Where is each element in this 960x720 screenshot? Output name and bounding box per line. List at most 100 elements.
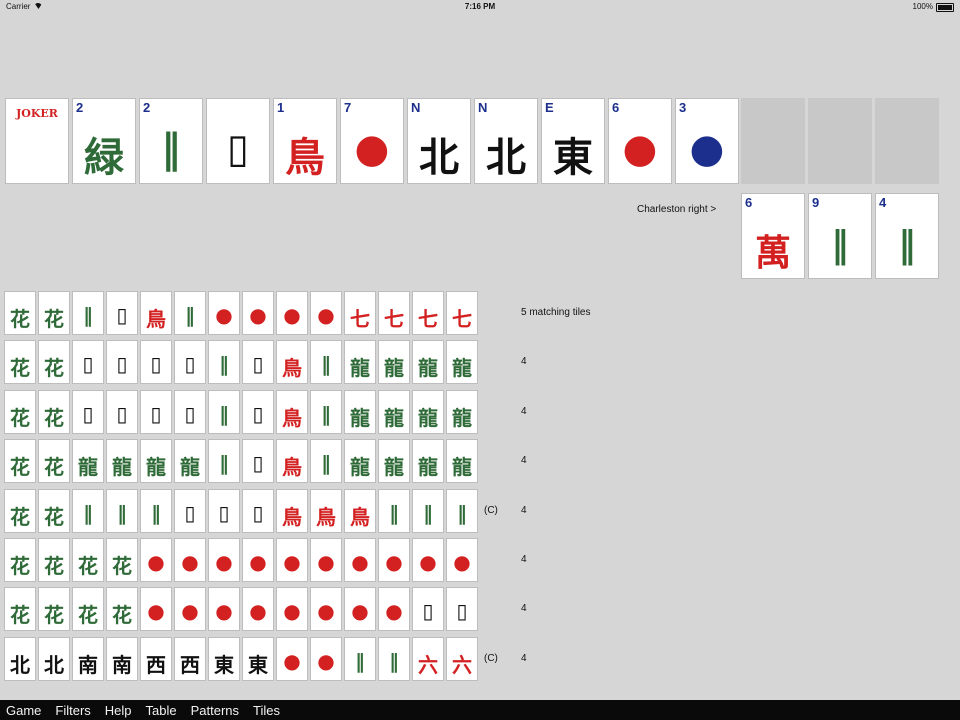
bam-9-tile[interactable]: 9 ‖ bbox=[808, 193, 872, 279]
pattern-tile[interactable]: 北 bbox=[4, 636, 36, 681]
pattern-tile[interactable]: ▯ bbox=[106, 291, 138, 335]
pattern-tile[interactable]: 花 bbox=[38, 389, 70, 434]
pattern-tile[interactable]: ‖ bbox=[344, 636, 376, 681]
bam-1-tile[interactable]: 1鳥 bbox=[273, 98, 337, 184]
pattern-tile[interactable]: 西 bbox=[140, 636, 172, 681]
pattern-tile[interactable]: ▯ bbox=[72, 340, 104, 385]
empty-hand-slot[interactable] bbox=[875, 98, 939, 184]
pattern-tile[interactable]: ▯ bbox=[446, 587, 478, 632]
pattern-tile[interactable]: ● bbox=[310, 587, 342, 632]
pattern-tile[interactable]: 龍 bbox=[140, 439, 172, 484]
pattern-tile[interactable]: 七 bbox=[412, 291, 444, 335]
pattern-tile[interactable]: ▯ bbox=[174, 389, 206, 434]
pattern-tile[interactable]: ● bbox=[378, 587, 410, 632]
pattern-tile[interactable]: 花 bbox=[4, 439, 36, 484]
pattern-tile[interactable]: ‖ bbox=[310, 439, 342, 484]
pattern-tile[interactable]: 六 bbox=[446, 636, 478, 681]
dot-3-tile[interactable]: 3 ● bbox=[675, 98, 739, 184]
pattern-tile[interactable]: 花 bbox=[38, 439, 70, 484]
pattern-tile[interactable]: ● bbox=[208, 538, 240, 582]
pattern-tile[interactable]: ▯ bbox=[174, 340, 206, 385]
pattern-tile[interactable]: ● bbox=[378, 538, 410, 582]
pattern-tile[interactable]: 南 bbox=[106, 636, 138, 681]
pattern-tile[interactable]: ▯ bbox=[106, 340, 138, 385]
pattern-tile[interactable]: ‖ bbox=[208, 340, 240, 385]
menu-filters[interactable]: Filters bbox=[55, 703, 90, 718]
pattern-tile[interactable]: ‖ bbox=[174, 291, 206, 335]
dot-6-tile[interactable]: 6 ● bbox=[608, 98, 672, 184]
pattern-tile[interactable]: 龍 bbox=[446, 439, 478, 484]
pattern-tile[interactable]: ‖ bbox=[378, 636, 410, 681]
pattern-tile[interactable]: ‖ bbox=[140, 488, 172, 533]
pattern-tile[interactable]: ‖ bbox=[72, 291, 104, 335]
pattern-tile[interactable]: 龍 bbox=[446, 340, 478, 385]
pattern-tile[interactable]: ● bbox=[412, 538, 444, 582]
pattern-tile[interactable]: ● bbox=[276, 636, 308, 681]
north-wind-tile[interactable]: N北 bbox=[474, 98, 538, 184]
pattern-tile[interactable]: ● bbox=[310, 538, 342, 582]
pattern-tile[interactable]: ‖ bbox=[412, 488, 444, 533]
pattern-tile[interactable]: 鳥 bbox=[140, 291, 172, 335]
bam-4-tile[interactable]: 4 ‖ bbox=[875, 193, 939, 279]
pattern-tile[interactable]: 花 bbox=[38, 488, 70, 533]
pattern-tile[interactable]: 鳥 bbox=[344, 488, 376, 533]
pattern-tile[interactable]: 龍 bbox=[412, 389, 444, 434]
pattern-tile[interactable]: 東 bbox=[208, 636, 240, 681]
pattern-tile[interactable]: ▯ bbox=[242, 488, 274, 533]
bam-2-tile[interactable]: 2 ‖ bbox=[139, 98, 203, 184]
pattern-tile[interactable]: ● bbox=[174, 587, 206, 632]
pattern-tile[interactable]: ▯ bbox=[140, 389, 172, 434]
flower-tile[interactable]: 2緑 bbox=[72, 98, 136, 184]
pattern-tile[interactable]: ● bbox=[208, 291, 240, 335]
pattern-tile[interactable]: 花 bbox=[4, 340, 36, 385]
pattern-tile[interactable]: 鳥 bbox=[276, 340, 308, 385]
pattern-tile[interactable]: 花 bbox=[72, 587, 104, 632]
pattern-tile[interactable]: ● bbox=[276, 538, 308, 582]
pattern-tile[interactable]: 鳥 bbox=[310, 488, 342, 533]
pattern-tile[interactable]: 花 bbox=[38, 340, 70, 385]
pattern-tile[interactable]: ‖ bbox=[72, 488, 104, 533]
pattern-tile[interactable]: 花 bbox=[38, 291, 70, 335]
pattern-tile[interactable]: 六 bbox=[412, 636, 444, 681]
pattern-tile[interactable]: ‖ bbox=[378, 488, 410, 533]
pattern-tile[interactable]: 龍 bbox=[446, 389, 478, 434]
pattern-tile[interactable]: ‖ bbox=[208, 439, 240, 484]
pattern-tile[interactable]: 龍 bbox=[378, 340, 410, 385]
pattern-tile[interactable]: 七 bbox=[378, 291, 410, 335]
pattern-tile[interactable]: ‖ bbox=[310, 389, 342, 434]
pattern-tile[interactable]: ● bbox=[242, 291, 274, 335]
pattern-tile[interactable]: 花 bbox=[106, 538, 138, 582]
menu-help[interactable]: Help bbox=[105, 703, 132, 718]
pattern-tile[interactable]: 北 bbox=[38, 636, 70, 681]
pattern-tile[interactable]: 龍 bbox=[344, 439, 376, 484]
pattern-tile[interactable]: ▯ bbox=[174, 488, 206, 533]
pattern-tile[interactable]: ‖ bbox=[106, 488, 138, 533]
pattern-tile[interactable]: ▯ bbox=[208, 488, 240, 533]
menu-patterns[interactable]: Patterns bbox=[191, 703, 239, 718]
pattern-tile[interactable]: ● bbox=[140, 538, 172, 582]
pattern-tile[interactable]: 西 bbox=[174, 636, 206, 681]
pattern-tile[interactable]: ▯ bbox=[242, 389, 274, 434]
pattern-tile[interactable]: ● bbox=[344, 587, 376, 632]
pattern-tile[interactable]: ▯ bbox=[140, 340, 172, 385]
north-wind-tile[interactable]: N北 bbox=[407, 98, 471, 184]
pattern-tile[interactable]: ● bbox=[276, 587, 308, 632]
east-wind-tile[interactable]: E東 bbox=[541, 98, 605, 184]
pattern-tile[interactable]: ▯ bbox=[412, 587, 444, 632]
pattern-tile[interactable]: 花 bbox=[4, 291, 36, 335]
pattern-tile[interactable]: ● bbox=[174, 538, 206, 582]
menu-tiles[interactable]: Tiles bbox=[253, 703, 280, 718]
pattern-tile[interactable]: 鳥 bbox=[276, 488, 308, 533]
pattern-tile[interactable]: 龍 bbox=[344, 340, 376, 385]
pattern-tile[interactable]: 龍 bbox=[72, 439, 104, 484]
pattern-tile[interactable]: ● bbox=[344, 538, 376, 582]
menu-table[interactable]: Table bbox=[146, 703, 177, 718]
joker-tile[interactable]: JOKER bbox=[5, 98, 69, 184]
pattern-tile[interactable]: ▯ bbox=[72, 389, 104, 434]
pattern-tile[interactable]: 鳥 bbox=[276, 439, 308, 484]
pattern-tile[interactable]: ● bbox=[310, 636, 342, 681]
pattern-tile[interactable]: 花 bbox=[38, 587, 70, 632]
pattern-tile[interactable]: ▯ bbox=[106, 389, 138, 434]
pattern-tile[interactable]: 花 bbox=[4, 389, 36, 434]
crak-6-tile[interactable]: 6萬 bbox=[741, 193, 805, 279]
